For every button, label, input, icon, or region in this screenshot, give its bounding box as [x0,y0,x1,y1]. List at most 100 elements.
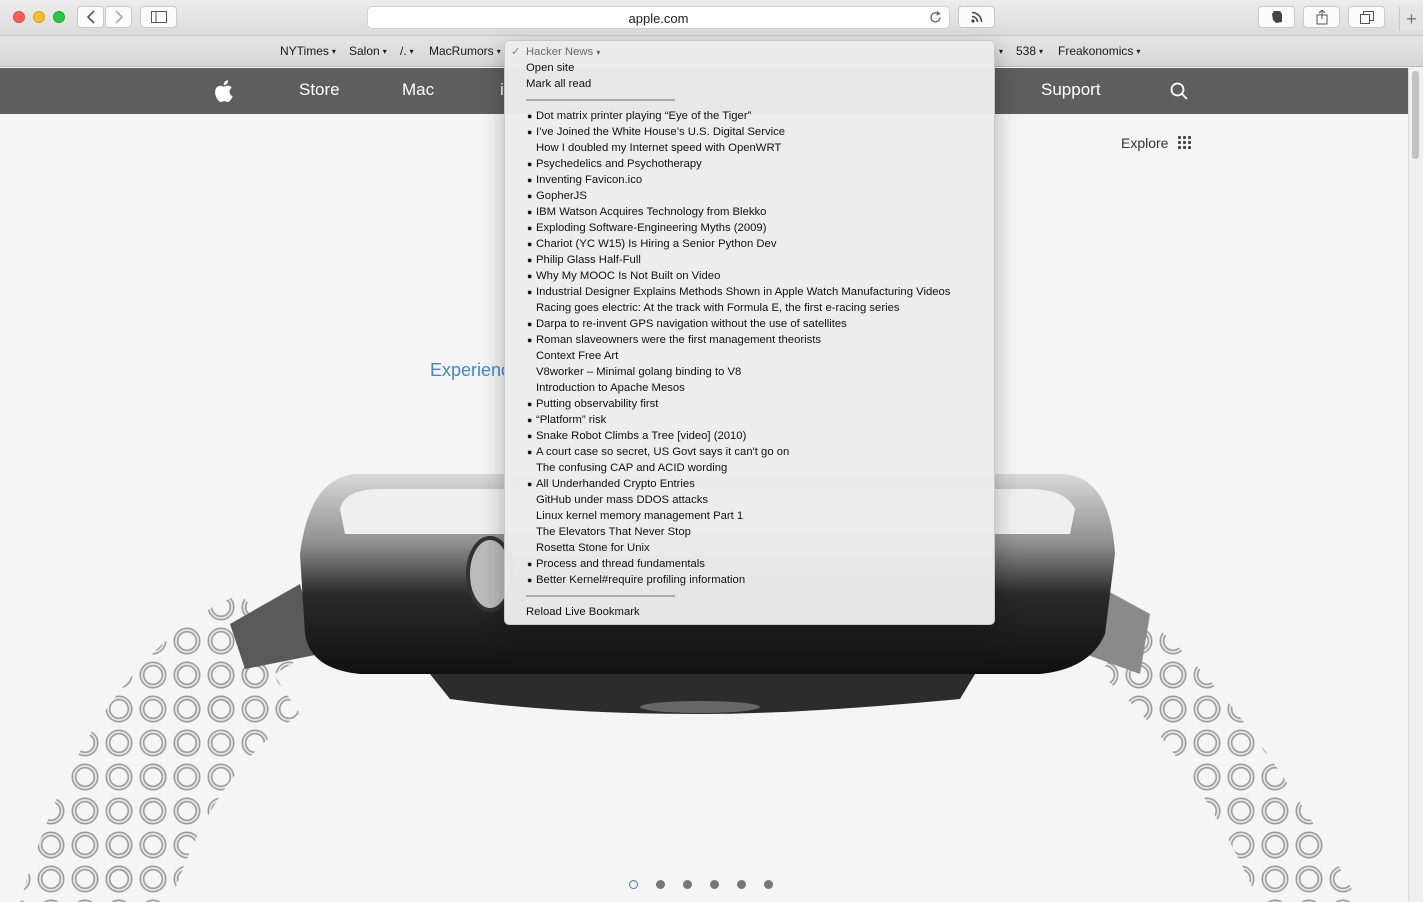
feed-item[interactable]: ● Process and thread fundamentals [505,556,994,572]
nav-support[interactable]: Support [1041,80,1101,100]
feed-item[interactable]: ● Industrial Designer Explains Methods Sh… [505,284,994,300]
feed-item-title: Chariot (YC W15) Is Hiring a Senior Pyth… [536,238,777,250]
reload-icon[interactable] [928,10,943,25]
forward-button[interactable] [105,6,132,28]
feed-item[interactable]: ● A court case so secret, US Govt says it… [505,444,994,460]
feed-item-title: Darpa to re-invent GPS navigation withou… [536,318,847,330]
feed-item[interactable]: Rosetta Stone for Unix [505,540,994,556]
fullscreen-window-button[interactable] [53,11,65,23]
new-tab-button[interactable]: + [1399,7,1423,31]
bookmark-nytimes[interactable]: NYTimes ▾ [280,44,336,58]
carousel-dot-4[interactable] [710,880,719,889]
feed-item[interactable]: GitHub under mass DDOS attacks [505,492,994,508]
feed-item[interactable]: ● Darpa to re-invent GPS navigation witho… [505,316,994,332]
feed-item-title: I’ve Joined the White House’s U.S. Digit… [536,126,786,138]
bookmark-salon[interactable]: Salon ▾ [349,44,387,58]
feed-item[interactable]: ● I’ve Joined the White House’s U.S. Digi… [505,124,994,140]
evernote-button[interactable] [1258,6,1295,28]
feed-item[interactable]: ● IBM Watson Acquires Technology from Ble… [505,204,994,220]
hacker-news-live-bookmark-menu: ✓ Hacker News ▾ Open site Mark all read … [504,40,995,625]
rss-button[interactable] [958,6,995,28]
feed-item[interactable]: The confusing CAP and ACID wording [505,460,994,476]
share-button[interactable] [1303,6,1340,28]
feed-item[interactable]: ● Better Kernel#require profiling informa… [505,572,994,588]
feed-item[interactable]: ● Inventing Favicon.ico [505,172,994,188]
sidebar-icon [150,11,167,23]
feed-item-title: How I doubled my Internet speed with Ope… [536,142,782,154]
carousel-dot-2[interactable] [656,880,665,889]
rss-icon [970,11,982,23]
feed-item[interactable]: ● All Underhanded Crypto Entries [505,476,994,492]
carousel-dot-1[interactable] [629,880,638,889]
feed-item-title: Roman slaveowners were the first managem… [536,334,822,346]
feed-item[interactable]: How I doubled my Internet speed with Ope… [505,140,994,156]
menu-mark-all-read[interactable]: Mark all read [526,76,591,92]
chevron-right-icon [114,10,123,24]
feed-item[interactable]: ● Roman slaveowners were the first manage… [505,332,994,348]
nav-mac[interactable]: Mac [402,80,434,100]
feed-item[interactable]: ● Snake Robot Climbs a Tree [video] (2010… [505,428,994,444]
feed-item-title: V8worker – Minimal golang binding to V8 [536,366,742,378]
tabs-icon [1359,10,1374,24]
carousel-dot-6[interactable] [764,880,773,889]
bookmark-macrumors[interactable]: MacRumors ▾ [429,44,501,58]
bookmark-label: /. [400,44,407,58]
feed-item[interactable]: ● Chariot (YC W15) Is Hiring a Senior Pyt… [505,236,994,252]
dropdown-arrow-icon: ▾ [496,47,501,56]
search-icon[interactable] [1170,82,1188,100]
back-button[interactable] [77,6,104,28]
feed-item[interactable]: ● GopherJS [505,188,994,204]
unread-bullet-icon: ● [527,431,533,441]
address-text: apple.com [628,11,689,26]
bookmark-hidden[interactable]: ▾ [996,44,1003,58]
sidebar-button[interactable] [140,6,177,28]
apple-logo-icon[interactable] [214,80,233,102]
tabs-overview-button[interactable] [1348,6,1385,28]
dropdown-arrow-icon: ▾ [1136,47,1141,56]
feed-item[interactable]: Linux kernel memory management Part 1 [505,508,994,524]
feed-item[interactable]: V8worker – Minimal golang binding to V8 [505,364,994,380]
scrollbar-thumb[interactable] [1412,71,1419,159]
carousel-dot-5[interactable] [737,880,746,889]
minimize-window-button[interactable] [33,11,45,23]
feed-item-title: IBM Watson Acquires Technology from Blek… [536,206,767,218]
unread-bullet-icon: ● [527,191,533,201]
feed-item-title: GopherJS [536,190,587,202]
bookmark-freakonomics[interactable]: Freakonomics ▾ [1058,44,1140,58]
close-window-button[interactable] [13,11,25,23]
feed-item[interactable]: Racing goes electric: At the track with … [505,300,994,316]
address-bar[interactable]: apple.com [367,6,950,29]
feed-item[interactable]: The Elevators That Never Stop [505,524,994,540]
feed-item[interactable]: ● Dot matrix printer playing “Eye of the … [505,108,994,124]
feed-item-title: Why My MOOC Is Not Built on Video [536,270,721,282]
feed-item[interactable]: ● Philip Glass Half-Full [505,252,994,268]
share-icon [1316,9,1327,24]
feed-item-title: Context Free Art [536,350,619,362]
feed-item[interactable]: ● Psychedelics and Psychotherapy [505,156,994,172]
feed-item-title: Putting observability first [536,398,659,410]
bookmark-slashdot[interactable]: /. ▾ [400,44,414,58]
carousel-dot-3[interactable] [683,880,692,889]
unread-bullet-icon: ● [527,399,533,409]
dropdown-arrow-icon: ▾ [331,47,336,56]
dropdown-arrow-icon: ▾ [1039,47,1044,56]
feed-item[interactable]: Context Free Art [505,348,994,364]
feed-item[interactable]: ● “Platform” risk [505,412,994,428]
unread-bullet-icon: ● [527,575,533,585]
feed-item-title: Snake Robot Climbs a Tree [video] (2010) [536,430,747,442]
dropdown-arrow-icon: ▾ [409,47,414,56]
feed-item[interactable]: ● Exploding Software-Engineering Myths (2… [505,220,994,236]
menu-open-site[interactable]: Open site [526,60,574,76]
nav-store[interactable]: Store [299,80,340,100]
bookmark-538[interactable]: 538 ▾ [1016,44,1043,58]
unread-bullet-icon: ● [527,559,533,569]
vertical-scrollbar[interactable] [1408,68,1423,902]
dropdown-arrow-icon: ▾ [999,47,1004,56]
carousel-pagination [629,880,773,889]
feed-item[interactable]: ● Putting observability first [505,396,994,412]
feed-item-title: A court case so secret, US Govt says it … [536,446,790,458]
menu-header-hacker-news[interactable]: ✓ Hacker News ▾ [511,44,600,60]
feed-item[interactable]: Introduction to Apache Mesos [505,380,994,396]
menu-reload-live-bookmark[interactable]: Reload Live Bookmark [526,604,640,620]
feed-item[interactable]: ● Why My MOOC Is Not Built on Video [505,268,994,284]
